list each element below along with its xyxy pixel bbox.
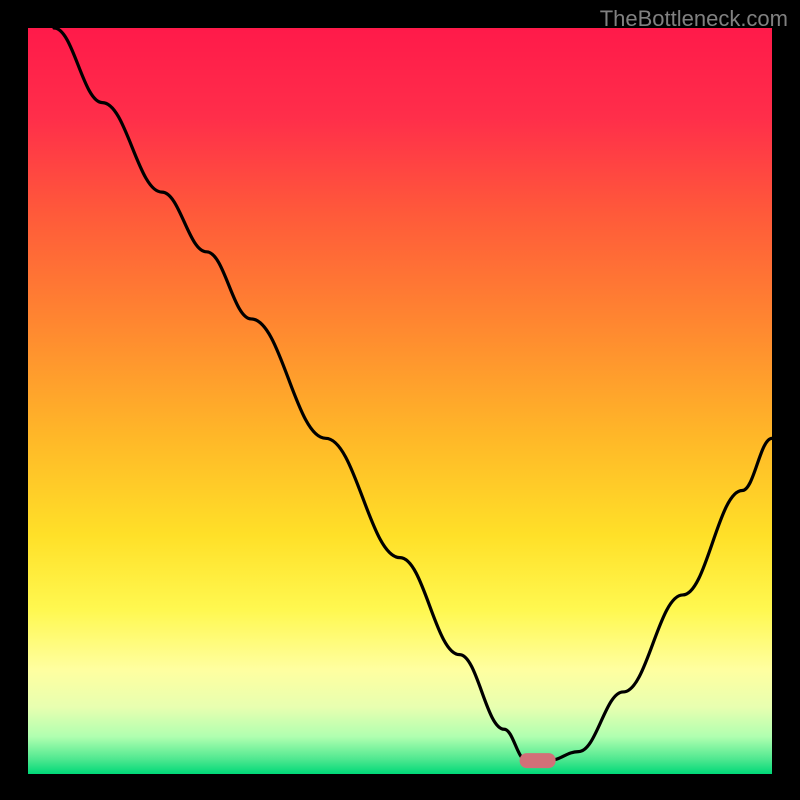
watermark-text: TheBottleneck.com bbox=[600, 6, 788, 32]
chart-container: TheBottleneck.com bbox=[0, 0, 800, 800]
plot-background bbox=[28, 28, 772, 774]
chart-svg bbox=[0, 0, 800, 800]
chart-bottom-border bbox=[0, 774, 800, 800]
optimal-marker bbox=[520, 753, 556, 768]
